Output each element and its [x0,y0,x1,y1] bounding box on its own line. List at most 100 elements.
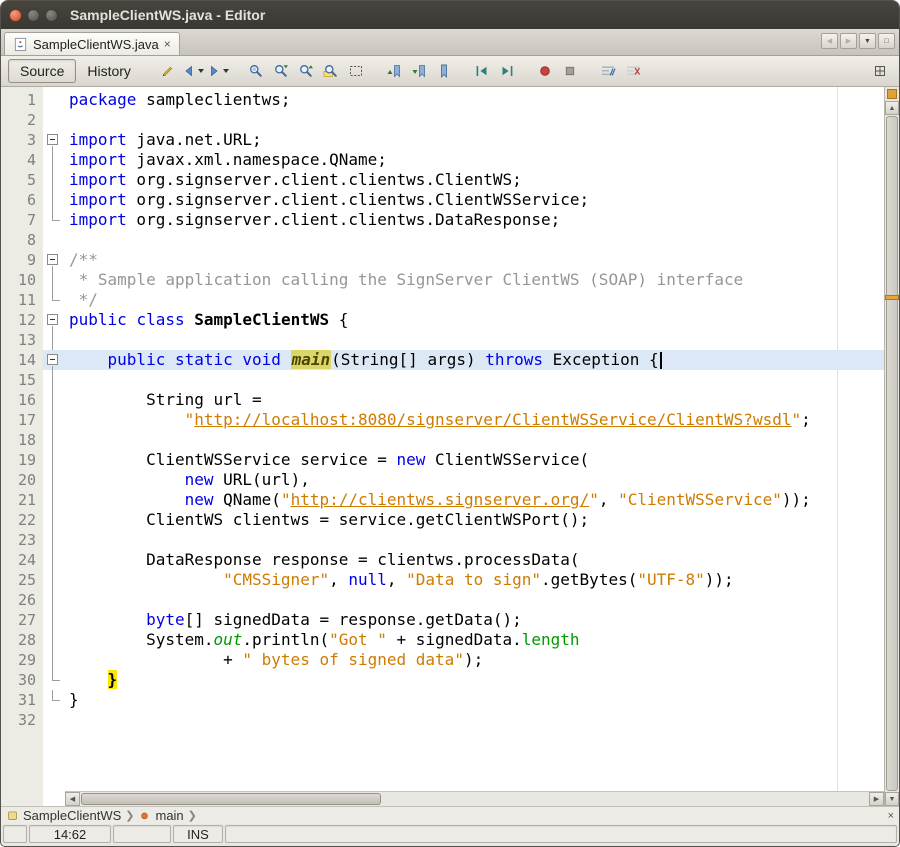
previous-bookmark-button[interactable] [382,59,406,83]
code-line[interactable]: 25 "CMSSigner", null, "Data to sign".get… [1,570,884,590]
code-line[interactable]: 17 "http://localhost:8080/signserver/Cli… [1,410,884,430]
maximize-button[interactable] [45,9,58,22]
scroll-right-arrow[interactable]: ▶ [869,792,884,806]
code-line[interactable]: 9/** [1,250,884,270]
breadcrumb-close-icon[interactable]: × [888,810,894,822]
code-text[interactable] [65,590,884,610]
code-text[interactable] [65,330,884,350]
code-text[interactable]: import javax.xml.namespace.QName; [65,150,884,170]
code-text[interactable]: package sampleclientws; [65,90,884,110]
code-text[interactable]: ClientWSService service = new ClientWSSe… [65,450,884,470]
code-text[interactable] [65,430,884,450]
code-line[interactable]: 7import org.signserver.client.clientws.D… [1,210,884,230]
vertical-scroll-track[interactable] [885,115,899,792]
code-line[interactable]: 8 [1,230,884,250]
code-text[interactable]: byte[] signedData = response.getData(); [65,610,884,630]
history-view-button[interactable]: History [76,58,142,84]
code-line[interactable]: 31} [1,690,884,710]
code-text[interactable]: public class SampleClientWS { [65,310,884,330]
code-line[interactable]: 18 [1,430,884,450]
scroll-left-arrow[interactable]: ◀ [65,792,80,806]
code-line[interactable]: 16 String url = [1,390,884,410]
code-text[interactable]: import java.net.URL; [65,130,884,150]
scroll-down-arrow[interactable]: ▼ [885,792,899,806]
back-button[interactable] [181,59,205,83]
code-text[interactable]: new URL(url), [65,470,884,490]
code-text[interactable]: /** [65,250,884,270]
fold-toggle-icon[interactable] [47,354,58,365]
fold-toggle-icon[interactable] [47,254,58,265]
last-edit-location-button[interactable] [156,59,180,83]
forward-button[interactable] [206,59,230,83]
scroll-documents-left-button[interactable]: ◀ [821,33,838,49]
minimize-button[interactable] [27,9,40,22]
horizontal-scrollbar[interactable]: ◀ ▶ [65,791,884,806]
code-line[interactable]: 2 [1,110,884,130]
code-line[interactable]: 1package sampleclientws; [1,90,884,110]
code-line[interactable]: 23 [1,530,884,550]
toggle-bookmark-button[interactable] [432,59,456,83]
editor-toolbar-menu-button[interactable] [868,59,892,83]
comment-button[interactable] [596,59,620,83]
toggle-highlight-search-button[interactable] [319,59,343,83]
code-text[interactable]: import org.signserver.client.clientws.Cl… [65,190,884,210]
code-lines[interactable]: 1package sampleclientws;23import java.ne… [1,87,884,791]
fold-toggle-icon[interactable] [47,314,58,325]
vertical-scroll-thumb[interactable] [886,116,898,791]
stop-macro-recording-button[interactable] [558,59,582,83]
code-line[interactable]: 29 + " bytes of signed data"); [1,650,884,670]
code-text[interactable]: } [65,690,884,710]
code-text[interactable]: "http://localhost:8080/signserver/Client… [65,410,884,430]
code-text[interactable]: + " bytes of signed data"); [65,650,884,670]
code-text[interactable]: * Sample application calling the SignSer… [65,270,884,290]
find-selection-button[interactable] [244,59,268,83]
horizontal-scroll-track[interactable] [80,792,869,806]
breadcrumb-item-main[interactable]: main [138,808,183,823]
code-text[interactable]: String url = [65,390,884,410]
code-line[interactable]: 10 * Sample application calling the Sign… [1,270,884,290]
fold-toggle-icon[interactable] [47,134,58,145]
code-text[interactable] [65,230,884,250]
code-line[interactable]: 20 new URL(url), [1,470,884,490]
code-line[interactable]: 30 } [1,670,884,690]
code-line[interactable]: 12public class SampleClientWS { [1,310,884,330]
code-line[interactable]: 24 DataResponse response = clientws.proc… [1,550,884,570]
code-line[interactable]: 22 ClientWS clientws = service.getClient… [1,510,884,530]
start-macro-recording-button[interactable] [533,59,557,83]
code-line[interactable]: 19 ClientWSService service = new ClientW… [1,450,884,470]
code-line[interactable]: 13 [1,330,884,350]
code-line[interactable]: 26 [1,590,884,610]
show-opened-documents-list-button[interactable]: ▼ [859,33,876,49]
code-line[interactable]: 27 byte[] signedData = response.getData(… [1,610,884,630]
tab-sampleclientws[interactable]: SampleClientWS.java × [4,32,180,55]
horizontal-scroll-thumb[interactable] [81,793,381,805]
code-text[interactable]: ClientWS clientws = service.getClientWSP… [65,510,884,530]
code-line[interactable]: 5import org.signserver.client.clientws.C… [1,170,884,190]
tab-close-icon[interactable]: × [164,38,171,50]
code-text[interactable] [65,710,884,730]
maximize-window-button[interactable]: □ [878,33,895,49]
error-stripe-mark[interactable] [885,295,899,300]
code-line[interactable]: 15 [1,370,884,390]
code-viewport[interactable]: 1package sampleclientws;23import java.ne… [1,87,884,806]
code-line[interactable]: 28 System.out.println("Got " + signedDat… [1,630,884,650]
find-next-occurrence-button[interactable] [269,59,293,83]
shift-line-left-button[interactable] [470,59,494,83]
code-line[interactable]: 3import java.net.URL; [1,130,884,150]
code-text[interactable]: import org.signserver.client.clientws.Da… [65,210,884,230]
dropdown-arrow-icon[interactable] [198,69,204,73]
vertical-scrollbar[interactable]: ▲ ▼ [884,87,899,806]
dropdown-arrow-icon[interactable] [223,69,229,73]
code-line[interactable]: 6import org.signserver.client.clientws.C… [1,190,884,210]
error-stripe-status[interactable] [885,87,899,101]
scroll-up-arrow[interactable]: ▲ [885,101,899,115]
code-text[interactable]: new QName("http://clientws.signserver.or… [65,490,884,510]
code-text[interactable] [65,530,884,550]
code-line[interactable]: 32 [1,710,884,730]
code-line[interactable]: 11 */ [1,290,884,310]
find-previous-occurrence-button[interactable] [294,59,318,83]
scroll-documents-right-button[interactable]: ▶ [840,33,857,49]
shift-line-right-button[interactable] [495,59,519,83]
title-bar[interactable]: SampleClientWS.java - Editor [1,1,899,29]
breadcrumb-item-sampleclientws[interactable]: SampleClientWS [6,808,121,823]
